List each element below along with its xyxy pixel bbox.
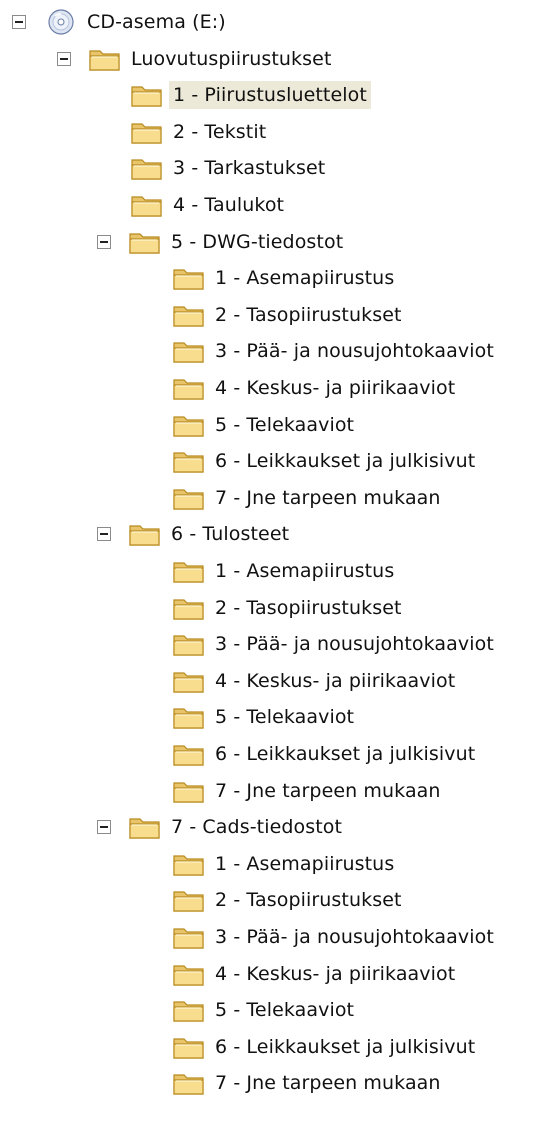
collapse-toggle-icon[interactable] [57, 52, 71, 66]
folder-icon [172, 740, 206, 768]
node-label[interactable]: 1 - Asemapiirustus [211, 557, 398, 585]
folder-icon [172, 1069, 206, 1097]
folder-tree: CD-asema (E:) Luovutuspiirustukset 1 - P… [0, 0, 541, 1144]
node-label[interactable]: 3 - Pää- ja nousujohtokaaviot [211, 923, 498, 951]
node-label[interactable]: 7 - Jne tarpeen mukaan [211, 777, 445, 805]
node-label[interactable]: 4 - Keskus- ja piirikaaviot [211, 667, 459, 695]
tree-node-subitem[interactable]: 4 - Keskus- ja piirikaaviot [0, 370, 541, 406]
node-label[interactable]: 5 - DWG-tiedostot [167, 228, 347, 256]
folder-icon [172, 557, 206, 585]
folder-icon [172, 630, 206, 658]
tree-node-item[interactable]: 1 - Piirustusluettelot [0, 77, 541, 113]
tree-node-subitem[interactable]: 2 - Tasopiirustukset [0, 882, 541, 918]
folder-icon [172, 264, 206, 292]
node-label[interactable]: 2 - Tasopiirustukset [211, 301, 406, 329]
tree-node-subitem[interactable]: 5 - Telekaaviot [0, 699, 541, 735]
node-label[interactable]: 5 - Telekaaviot [211, 411, 358, 439]
folder-icon [172, 301, 206, 329]
tree-node-subitem[interactable]: 5 - Telekaaviot [0, 407, 541, 443]
node-label[interactable]: 7 - Jne tarpeen mukaan [211, 484, 445, 512]
node-label[interactable]: 6 - Leikkaukset ja julkisivut [211, 447, 479, 475]
tree-node-subitem[interactable]: 1 - Asemapiirustus [0, 260, 541, 296]
folder-icon [128, 228, 162, 256]
node-label[interactable]: 1 - Asemapiirustus [211, 850, 398, 878]
node-label[interactable]: 5 - Telekaaviot [211, 996, 358, 1024]
node-label[interactable]: 3 - Tarkastukset [169, 154, 329, 182]
tree-node-subitem[interactable]: 3 - Pää- ja nousujohtokaaviot [0, 333, 541, 369]
tree-node-item[interactable]: 2 - Tekstit [0, 114, 541, 150]
tree-node-subitem[interactable]: 2 - Tasopiirustukset [0, 590, 541, 626]
node-label[interactable]: 4 - Taulukot [169, 191, 288, 219]
folder-icon [130, 154, 164, 182]
tree-node-item[interactable]: 4 - Taulukot [0, 187, 541, 223]
collapse-toggle-icon[interactable] [97, 527, 111, 541]
tree-node-group[interactable]: 5 - DWG-tiedostot [0, 224, 541, 260]
tree-node-subitem[interactable]: 6 - Leikkaukset ja julkisivut [0, 443, 541, 479]
tree-node-subitem[interactable]: 3 - Pää- ja nousujohtokaaviot [0, 626, 541, 662]
collapse-toggle-icon[interactable] [12, 15, 26, 29]
node-label[interactable]: CD-asema (E:) [83, 8, 230, 36]
tree-node-item[interactable]: 3 - Tarkastukset [0, 150, 541, 186]
collapse-toggle-icon[interactable] [97, 820, 111, 834]
node-label[interactable]: 7 - Jne tarpeen mukaan [211, 1069, 445, 1097]
folder-icon [130, 81, 164, 109]
tree-node-group[interactable]: 7 - Cads-tiedostot [0, 809, 541, 845]
node-label[interactable]: Luovutuspiirustukset [127, 45, 336, 73]
tree-node-main-folder[interactable]: Luovutuspiirustukset [0, 41, 541, 77]
tree-node-subitem[interactable]: 2 - Tasopiirustukset [0, 297, 541, 333]
tree-node-group[interactable]: 6 - Tulosteet [0, 516, 541, 552]
folder-icon [172, 703, 206, 731]
node-label[interactable]: 6 - Leikkaukset ja julkisivut [211, 740, 479, 768]
cd-drive-icon [44, 8, 78, 36]
node-label[interactable]: 4 - Keskus- ja piirikaaviot [211, 374, 459, 402]
folder-icon [172, 886, 206, 914]
tree-node-subitem[interactable]: 6 - Leikkaukset ja julkisivut [0, 1029, 541, 1065]
node-label[interactable]: 6 - Tulosteet [167, 520, 293, 548]
node-label[interactable]: 1 - Asemapiirustus [211, 264, 398, 292]
folder-icon [172, 484, 206, 512]
node-label[interactable]: 5 - Telekaaviot [211, 703, 358, 731]
folder-icon [172, 374, 206, 402]
node-label[interactable]: 1 - Piirustusluettelot [169, 81, 371, 109]
folder-icon [172, 1033, 206, 1061]
folder-icon [128, 813, 162, 841]
tree-node-subitem[interactable]: 4 - Keskus- ja piirikaaviot [0, 956, 541, 992]
node-label[interactable]: 2 - Tekstit [169, 118, 270, 146]
node-label[interactable]: 3 - Pää- ja nousujohtokaaviot [211, 337, 498, 365]
folder-icon [172, 996, 206, 1024]
node-label[interactable]: 2 - Tasopiirustukset [211, 886, 406, 914]
folder-icon [172, 777, 206, 805]
tree-node-subitem[interactable]: 6 - Leikkaukset ja julkisivut [0, 736, 541, 772]
folder-icon [172, 337, 206, 365]
folder-icon [130, 118, 164, 146]
node-label[interactable]: 6 - Leikkaukset ja julkisivut [211, 1033, 479, 1061]
folder-icon [172, 960, 206, 988]
folder-icon [172, 411, 206, 439]
folder-icon [172, 667, 206, 695]
folder-icon [172, 447, 206, 475]
tree-node-subitem[interactable]: 1 - Asemapiirustus [0, 553, 541, 589]
tree-node-subitem[interactable]: 7 - Jne tarpeen mukaan [0, 1065, 541, 1101]
folder-icon [172, 594, 206, 622]
folder-icon [172, 923, 206, 951]
tree-node-subitem[interactable]: 4 - Keskus- ja piirikaaviot [0, 663, 541, 699]
tree-node-subitem[interactable]: 3 - Pää- ja nousujohtokaaviot [0, 919, 541, 955]
tree-node-subitem[interactable]: 7 - Jne tarpeen mukaan [0, 773, 541, 809]
tree-node-subitem[interactable]: 5 - Telekaaviot [0, 992, 541, 1028]
node-label[interactable]: 2 - Tasopiirustukset [211, 594, 406, 622]
tree-node-subitem[interactable]: 1 - Asemapiirustus [0, 846, 541, 882]
folder-icon [172, 850, 206, 878]
node-label[interactable]: 7 - Cads-tiedostot [167, 813, 346, 841]
node-label[interactable]: 3 - Pää- ja nousujohtokaaviot [211, 630, 498, 658]
collapse-toggle-icon[interactable] [97, 235, 111, 249]
tree-node-cd-drive[interactable]: CD-asema (E:) [0, 4, 541, 40]
node-label[interactable]: 4 - Keskus- ja piirikaaviot [211, 960, 459, 988]
folder-icon [130, 191, 164, 219]
folder-icon [88, 45, 122, 73]
folder-icon [128, 520, 162, 548]
tree-node-subitem[interactable]: 7 - Jne tarpeen mukaan [0, 480, 541, 516]
